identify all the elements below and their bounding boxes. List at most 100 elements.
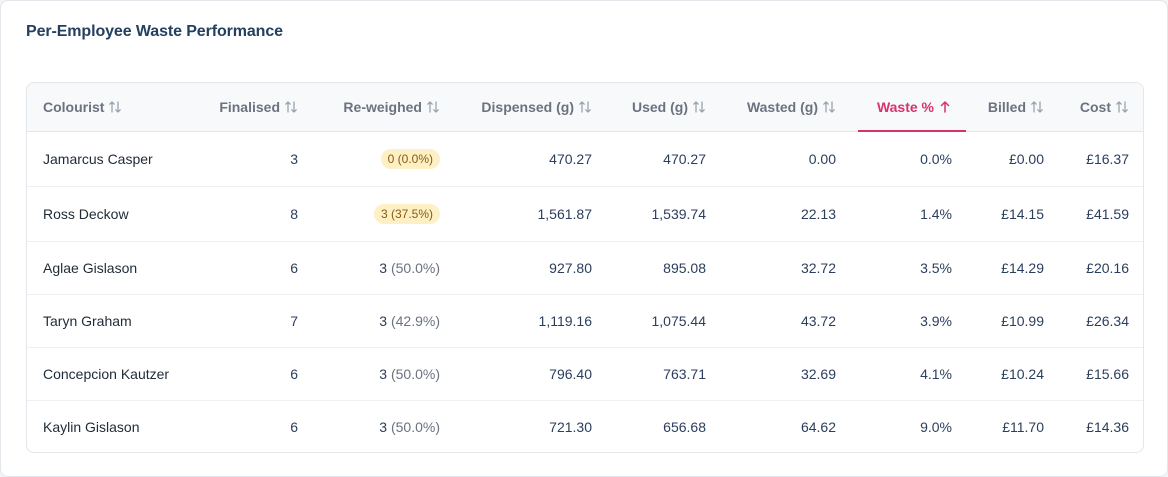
reweighed-count: 3 bbox=[379, 365, 388, 382]
reweighed-percent: (50.0%) bbox=[390, 418, 440, 435]
table-row: Ross Deckow 8 3 (37.5%) 1,561.87 1,539.7… bbox=[27, 186, 1143, 241]
cell-waste-pct: 9.0% bbox=[920, 418, 952, 435]
table-row: Jamarcus Casper 3 0 (0.0%) 470.27 470.27… bbox=[27, 131, 1143, 186]
cell-used: 763.71 bbox=[663, 365, 706, 382]
reweighed-percent: (50.0%) bbox=[390, 259, 440, 276]
cell-cost: £14.36 bbox=[1086, 418, 1129, 435]
cell-reweighed: 3 (50.0%) bbox=[314, 347, 456, 400]
cell-wasted: 0.00 bbox=[808, 150, 836, 167]
column-header-reweighed[interactable]: Re-weighed bbox=[314, 83, 456, 132]
reweighed-percent: (37.5%) bbox=[390, 206, 433, 221]
cell-wasted: 32.69 bbox=[800, 365, 836, 382]
reweighed-percent: (42.9%) bbox=[390, 312, 440, 329]
column-header-label: Colourist bbox=[43, 98, 105, 115]
waste-table: Colourist Finalised Re-weighed Dispensed… bbox=[27, 83, 1143, 452]
cell-used: 1,075.44 bbox=[651, 312, 707, 329]
cell-billed: £10.99 bbox=[1001, 312, 1044, 329]
cell-dispensed: 927.80 bbox=[549, 259, 592, 276]
table-row: Aglae Gislason 6 3 (50.0%) 927.80 895.08… bbox=[27, 241, 1143, 294]
table-header-row: Colourist Finalised Re-weighed Dispensed… bbox=[27, 83, 1143, 132]
cell-reweighed: 3 (37.5%) bbox=[314, 186, 456, 241]
sort-both-icon bbox=[284, 100, 298, 114]
cell-billed: £14.29 bbox=[1001, 259, 1044, 276]
table-row: Kaylin Gislason 6 3 (50.0%) 721.30 656.6… bbox=[27, 400, 1143, 452]
cell-wasted: 22.13 bbox=[800, 205, 836, 222]
column-header-label: Finalised bbox=[219, 98, 280, 115]
cell-colourist: Aglae Gislason bbox=[43, 259, 138, 276]
column-header-label: Cost bbox=[1079, 98, 1111, 115]
reweighed-count: 3 bbox=[379, 259, 388, 276]
column-header-used[interactable]: Used (g) bbox=[608, 83, 722, 132]
column-header-label: Waste % bbox=[876, 98, 934, 115]
cell-cost: £16.37 bbox=[1086, 150, 1129, 167]
cell-used: 1,539.74 bbox=[651, 205, 707, 222]
cell-cost: £20.16 bbox=[1086, 259, 1129, 276]
cell-used: 470.27 bbox=[663, 150, 706, 167]
cell-dispensed: 1,119.16 bbox=[538, 312, 592, 329]
cell-cost: £41.59 bbox=[1086, 205, 1129, 222]
reweighed-percent: (50.0%) bbox=[390, 365, 440, 382]
reweighed-badge: 3 (37.5%) bbox=[373, 203, 440, 224]
cell-waste-pct: 3.5% bbox=[920, 259, 952, 276]
cell-finalised: 3 bbox=[290, 150, 298, 167]
sort-both-icon bbox=[578, 100, 592, 114]
cell-finalised: 6 bbox=[290, 259, 298, 276]
reweighed-count: 3 bbox=[379, 418, 388, 435]
cell-reweighed: 0 (0.0%) bbox=[314, 131, 456, 186]
column-header-label: Used (g) bbox=[632, 98, 688, 115]
reweighed-percent: (0.0%) bbox=[397, 151, 433, 166]
column-header-wasted[interactable]: Wasted (g) bbox=[722, 83, 852, 132]
cell-waste-pct: 1.4% bbox=[920, 205, 952, 222]
cell-billed: £14.15 bbox=[1001, 205, 1044, 222]
waste-performance-card: Per-Employee Waste Performance Colourist bbox=[0, 0, 1168, 477]
cell-dispensed: 721.30 bbox=[549, 418, 592, 435]
cell-used: 656.68 bbox=[663, 418, 706, 435]
cell-waste-pct: 4.1% bbox=[920, 365, 952, 382]
cell-used: 895.08 bbox=[663, 259, 706, 276]
cell-finalised: 8 bbox=[290, 205, 298, 222]
sort-ascending-arrow-icon bbox=[938, 100, 952, 114]
cell-reweighed: 3 (50.0%) bbox=[314, 400, 456, 452]
cell-billed: £0.00 bbox=[1008, 150, 1044, 167]
cell-waste-pct: 0.0% bbox=[920, 150, 952, 167]
cell-cost: £15.66 bbox=[1086, 365, 1129, 382]
column-header-cost[interactable]: Cost bbox=[1060, 83, 1143, 132]
cell-finalised: 6 bbox=[290, 365, 298, 382]
cell-colourist: Ross Deckow bbox=[43, 205, 129, 222]
cell-wasted: 43.72 bbox=[800, 312, 836, 329]
cell-wasted: 32.72 bbox=[800, 259, 836, 276]
cell-cost: £26.34 bbox=[1086, 312, 1129, 329]
waste-table-container: Colourist Finalised Re-weighed Dispensed… bbox=[26, 82, 1144, 453]
cell-waste-pct: 3.9% bbox=[920, 312, 952, 329]
cell-colourist: Jamarcus Casper bbox=[43, 150, 153, 167]
sort-both-icon bbox=[1115, 100, 1129, 114]
column-header-billed[interactable]: Billed bbox=[968, 83, 1060, 132]
cell-billed: £11.70 bbox=[1002, 418, 1044, 435]
sort-both-icon bbox=[692, 100, 706, 114]
reweighed-badge: 0 (0.0%) bbox=[380, 148, 440, 169]
cell-dispensed: 796.40 bbox=[549, 365, 592, 382]
cell-reweighed: 3 (42.9%) bbox=[314, 294, 456, 347]
column-header-label: Re-weighed bbox=[343, 98, 422, 115]
column-header-dispensed[interactable]: Dispensed (g) bbox=[456, 83, 608, 132]
cell-colourist: Kaylin Gislason bbox=[43, 418, 140, 435]
column-header-colourist[interactable]: Colourist bbox=[27, 83, 194, 132]
cell-colourist: Concepcion Kautzer bbox=[43, 365, 170, 382]
table-row: Taryn Graham 7 3 (42.9%) 1,119.16 1,075.… bbox=[27, 294, 1143, 347]
sort-both-icon bbox=[822, 100, 836, 114]
sort-both-icon bbox=[426, 100, 440, 114]
cell-reweighed: 3 (50.0%) bbox=[314, 241, 456, 294]
cell-wasted: 64.62 bbox=[800, 418, 836, 435]
table-row: Concepcion Kautzer 6 3 (50.0%) 796.40 76… bbox=[27, 347, 1143, 400]
cell-colourist: Taryn Graham bbox=[43, 312, 132, 329]
column-header-label: Wasted (g) bbox=[746, 98, 818, 115]
sort-both-icon bbox=[1030, 100, 1044, 114]
column-header-label: Billed bbox=[987, 98, 1026, 115]
column-header-waste-pct[interactable]: Waste % bbox=[852, 83, 968, 132]
cell-billed: £10.24 bbox=[1001, 365, 1044, 382]
cell-finalised: 7 bbox=[290, 312, 298, 329]
column-header-finalised[interactable]: Finalised bbox=[194, 83, 314, 132]
sort-both-icon bbox=[108, 100, 122, 114]
reweighed-count: 0 bbox=[387, 151, 395, 166]
column-header-label: Dispensed (g) bbox=[481, 98, 574, 115]
